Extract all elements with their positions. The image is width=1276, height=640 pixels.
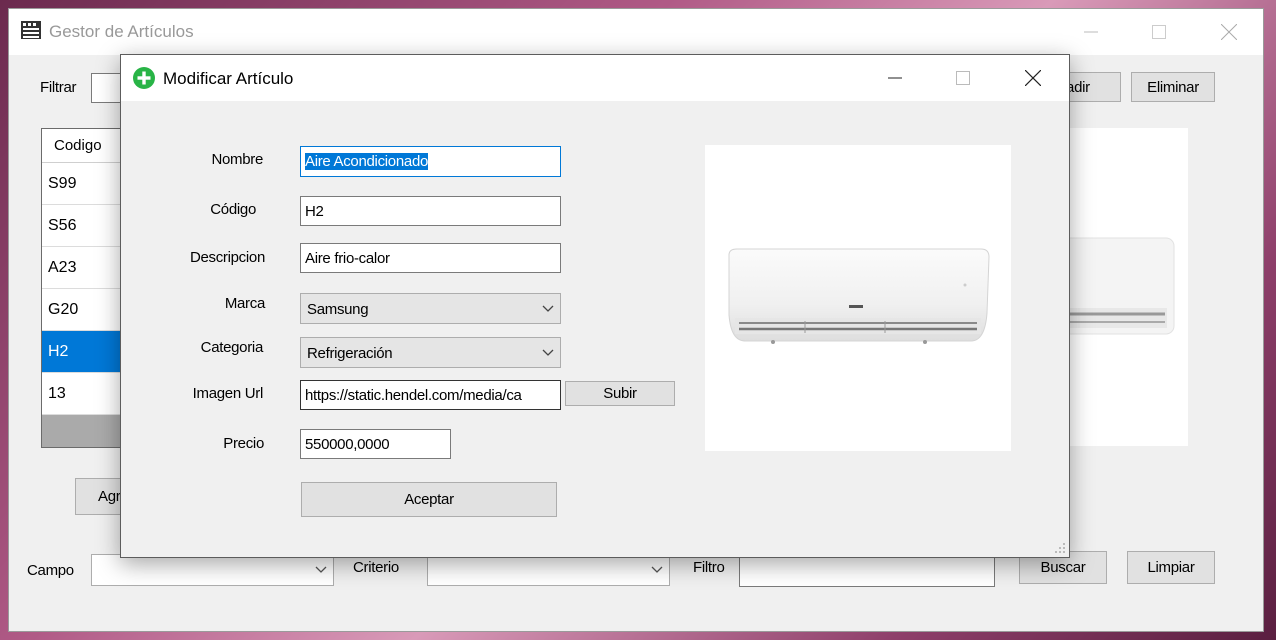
filtro-input[interactable] [739,553,995,587]
add-circle-icon [133,67,155,89]
main-titlebar: Gestor de Artículos [9,9,1263,55]
dialog-minimize-button[interactable] [861,55,929,101]
article-image-preview [705,145,1011,451]
filter-label: Filtrar [40,79,77,96]
imagen-url-label: Imagen Url [192,385,264,402]
categoria-label: Categoria [200,339,264,356]
dialog-titlebar: Modificar Artículo [121,55,1069,101]
precio-label: Precio [223,435,264,452]
window-title: Gestor de Artículos [49,22,194,41]
marca-label: Marca [224,295,265,312]
close-button[interactable] [1195,9,1263,55]
limpiar-button[interactable]: Limpiar [1127,551,1215,584]
minimize-button[interactable] [1057,9,1125,55]
campo-label: Campo [27,562,74,579]
maximize-button[interactable] [1125,9,1193,55]
dialog-maximize-button[interactable] [929,55,997,101]
filtro-label: Filtro [693,559,725,576]
chevron-down-icon [651,566,663,573]
campo-select[interactable] [91,554,334,586]
accept-button[interactable]: Aceptar [301,482,557,517]
air-conditioner-image [728,248,990,344]
chevron-down-icon [315,566,327,573]
imagen-url-input[interactable]: https://static.hendel.com/media/ca [300,380,561,410]
app-icon [20,19,42,41]
codigo-input[interactable]: H2 [300,196,561,226]
modify-article-dialog: Modificar Artículo Nombre Aire Acondicio… [120,54,1070,558]
dialog-close-button[interactable] [999,55,1067,101]
chevron-down-icon [542,349,554,356]
nombre-input[interactable]: Aire Acondicionado [300,146,561,177]
resize-grip-icon[interactable] [1053,541,1067,555]
precio-input[interactable]: 550000,0000 [300,429,451,459]
codigo-label: Código [210,201,256,218]
article-image-panel [1058,128,1188,446]
marca-select[interactable]: Samsung [300,293,561,324]
criterio-select[interactable] [427,554,670,586]
categoria-select[interactable]: Refrigeración [300,337,561,368]
dialog-title: Modificar Artículo [163,69,294,88]
delete-button[interactable]: Eliminar [1131,72,1215,102]
chevron-down-icon [542,305,554,312]
descripcion-label: Descripcion [189,249,265,266]
nombre-label: Nombre [211,151,263,168]
descripcion-input[interactable]: Aire frio-calor [300,243,561,273]
upload-button[interactable]: Subir [565,381,675,406]
criterio-label: Criterio [353,559,399,576]
